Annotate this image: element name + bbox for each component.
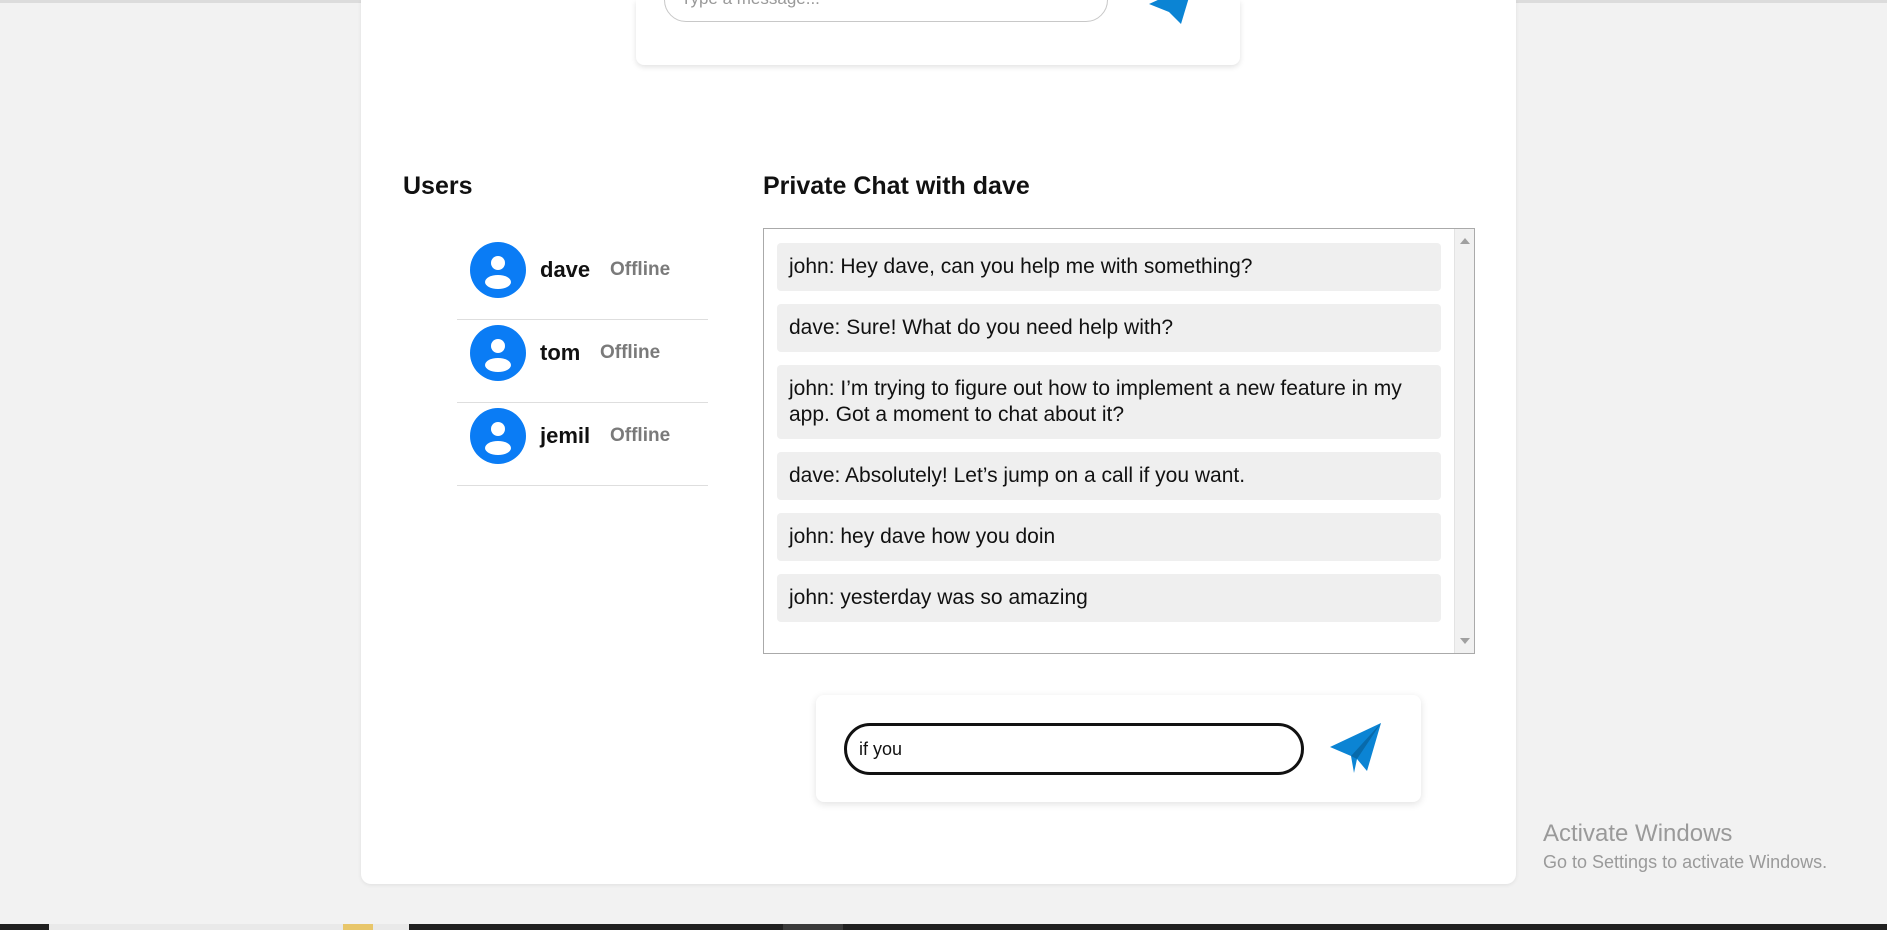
chat-message: john: yesterday was so amazing <box>777 574 1441 622</box>
user-avatar-icon <box>470 242 526 298</box>
user-status: Offline <box>600 342 661 363</box>
user-name: dave <box>540 257 591 282</box>
public-send-button[interactable] <box>1145 0 1197 24</box>
user-name: tom <box>540 340 581 365</box>
chat-scrollbar[interactable] <box>1454 229 1474 653</box>
send-button[interactable] <box>1327 719 1385 777</box>
activate-windows-subtitle: Go to Settings to activate Windows. <box>1543 852 1828 872</box>
taskbar-active-item[interactable] <box>783 924 843 930</box>
paper-plane-icon <box>1330 723 1381 773</box>
paper-plane-icon <box>1149 0 1189 24</box>
user-list: dave Offline tom Offline jemil Offline <box>457 237 708 486</box>
users-heading: Users <box>403 172 473 200</box>
chat-message: john: I’m trying to figure out how to im… <box>777 365 1441 439</box>
user-list-item-jemil[interactable]: jemil Offline <box>457 403 708 486</box>
chat-message: dave: Sure! What do you need help with? <box>777 304 1441 352</box>
message-list: john: Hey dave, can you help me with som… <box>777 243 1441 635</box>
private-message-input[interactable] <box>844 723 1304 775</box>
user-list-item-dave[interactable]: dave Offline <box>457 237 708 320</box>
chat-message-box[interactable]: john: Hey dave, can you help me with som… <box>763 228 1475 654</box>
user-name: jemil <box>540 423 591 448</box>
user-status: Offline <box>610 425 671 446</box>
taskbar-app-icon[interactable] <box>343 924 373 930</box>
chat-title: Private Chat with dave <box>763 172 1030 200</box>
user-avatar-icon <box>470 325 526 381</box>
user-status: Offline <box>610 259 671 280</box>
chat-message: dave: Absolutely! Let’s jump on a call i… <box>777 452 1441 500</box>
scroll-down-arrow-icon[interactable] <box>1460 638 1470 644</box>
user-avatar-icon <box>470 408 526 464</box>
public-chat-input[interactable]: Type a message... <box>664 0 1108 22</box>
activate-windows-title: Activate Windows <box>1543 820 1733 847</box>
scroll-up-arrow-icon[interactable] <box>1460 238 1470 244</box>
user-list-item-tom[interactable]: tom Offline <box>457 320 708 403</box>
chat-message: john: Hey dave, can you help me with som… <box>777 243 1441 291</box>
chat-message: john: hey dave how you doin <box>777 513 1441 561</box>
